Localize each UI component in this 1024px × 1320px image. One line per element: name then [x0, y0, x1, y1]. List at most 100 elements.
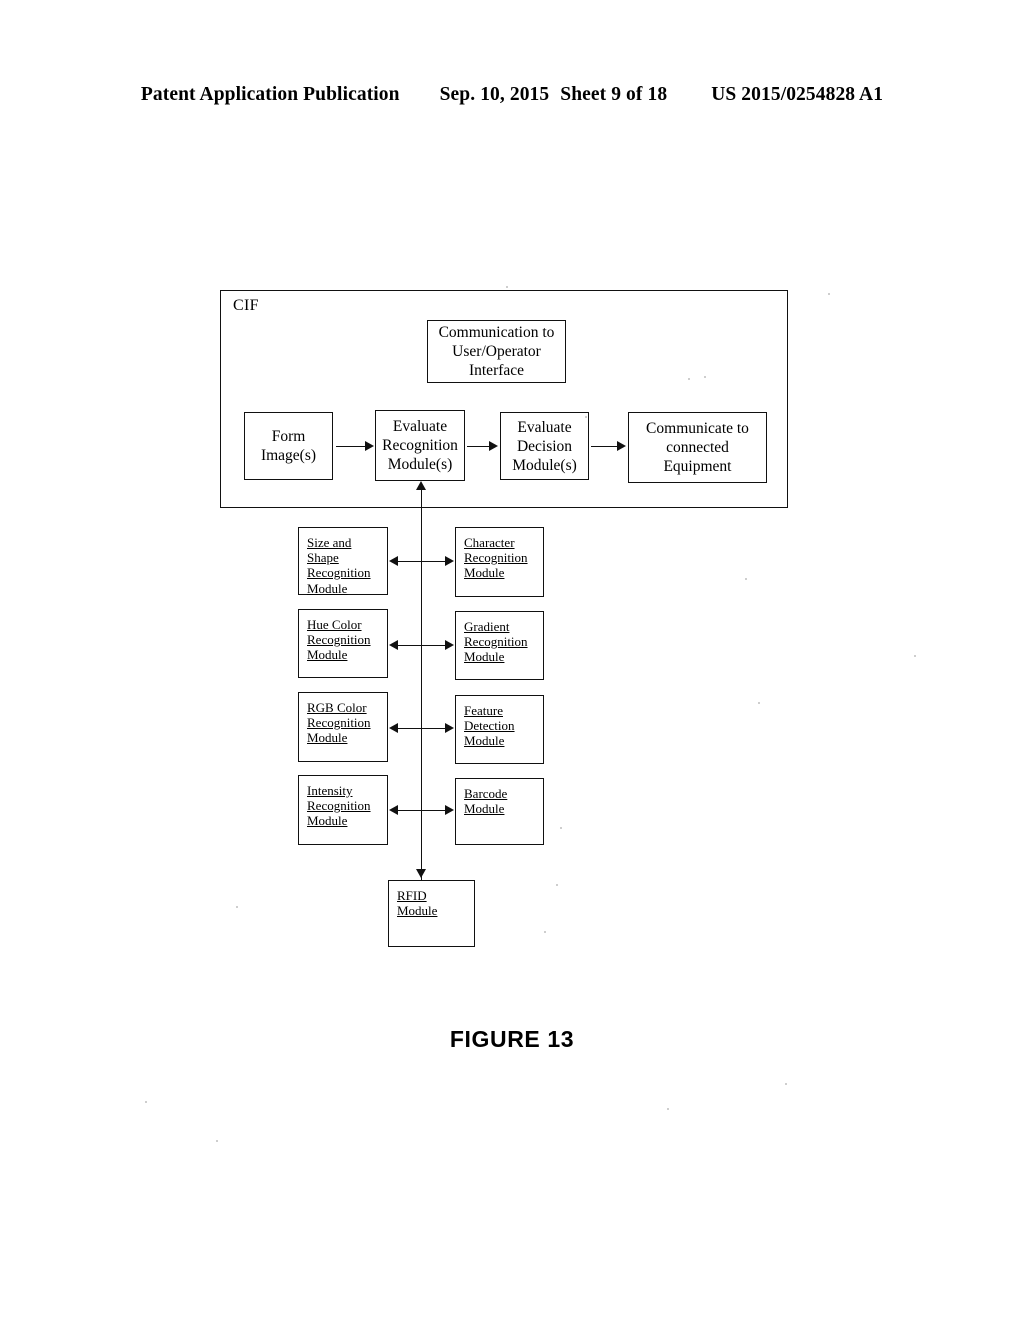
- scan-speck: [506, 286, 508, 288]
- rgb-color-recognition-module-box: RGB Color Recognition Module: [298, 692, 388, 762]
- rgb-color-line-1: RGB Color: [307, 700, 367, 715]
- intensity-recognition-module-box: Intensity Recognition Module: [298, 775, 388, 845]
- cif-label: CIF: [233, 297, 259, 314]
- rfid-line-1: RFID: [397, 888, 427, 903]
- evaluate-recognition-line-2: Recognition: [382, 437, 458, 454]
- character-line-1: Character: [464, 535, 515, 550]
- scan-speck: [236, 906, 238, 908]
- flow-connector-decision-to-communicate: [591, 446, 619, 447]
- scan-speck: [585, 416, 587, 418]
- communication-ui-line-1: Communication to: [438, 324, 555, 341]
- size-shape-line-2: Shape: [307, 550, 339, 566]
- evaluate-recognition-modules-box: Evaluate Recognition Module(s): [375, 410, 465, 481]
- evaluate-recognition-line-1: Evaluate: [392, 418, 448, 435]
- intensity-label: Intensity Recognition Module: [307, 783, 371, 829]
- size-shape-line-4: Module: [307, 580, 348, 596]
- scan-speck: [758, 702, 760, 704]
- hue-color-recognition-module-box: Hue Color Recognition Module: [298, 609, 388, 678]
- intensity-line-1: Intensity: [307, 783, 353, 798]
- scan-speck: [785, 1083, 787, 1085]
- hue-color-label: Hue Color Recognition Module: [307, 617, 371, 663]
- flow-arrowhead-recognition-to-decision: [489, 441, 498, 451]
- communication-ui-line-3: Interface: [468, 362, 525, 379]
- communication-to-user-operator-interface-box: Communication to User/Operator Interface: [427, 320, 566, 383]
- feature-detection-module-box: Feature Detection Module: [455, 695, 544, 764]
- module-trunk-arrowhead-up: [415, 481, 426, 490]
- module-arrowhead-row-2-right: [445, 640, 454, 650]
- intensity-line-3: Module: [307, 813, 348, 829]
- feature-line-3: Module: [464, 733, 505, 749]
- rfid-line-2: Module: [397, 903, 438, 919]
- module-trunk-arrowhead-down: [415, 869, 426, 878]
- scan-speck: [556, 884, 558, 886]
- character-label: Character Recognition Module: [464, 535, 528, 581]
- module-arrowhead-row-4-right: [445, 805, 454, 815]
- feature-label: Feature Detection Module: [464, 703, 515, 749]
- scan-speck: [688, 378, 690, 380]
- module-arrowhead-row-3-left: [389, 723, 398, 733]
- gradient-line-3: Module: [464, 649, 505, 665]
- character-recognition-module-box: Character Recognition Module: [455, 527, 544, 597]
- gradient-label: Gradient Recognition Module: [464, 619, 528, 665]
- hue-color-line-3: Module: [307, 647, 348, 663]
- rfid-label: RFID Module: [397, 888, 437, 918]
- module-trunk-line: [421, 489, 422, 909]
- flow-connector-recognition-to-decision: [467, 446, 491, 447]
- evaluate-decision-line-2: Decision: [516, 437, 573, 455]
- evaluate-recognition-label: Evaluate Recognition Module(s): [382, 417, 458, 474]
- feature-line-2: Detection: [464, 718, 515, 734]
- evaluate-decision-modules-box: Evaluate Decision Module(s): [500, 412, 589, 480]
- communicate-to-connected-equipment-box: Communicate to connected Equipment: [628, 412, 767, 483]
- evaluate-recognition-line-3: Module(s): [387, 456, 453, 473]
- module-arrowhead-row-3-right: [445, 723, 454, 733]
- module-arrowhead-row-4-left: [389, 805, 398, 815]
- communication-ui-line-2: User/Operator: [452, 343, 541, 360]
- intensity-line-2: Recognition: [307, 798, 371, 814]
- barcode-label: Barcode Module: [464, 786, 507, 816]
- figure-caption: FIGURE 13: [449, 1026, 575, 1052]
- barcode-line-1: Barcode: [464, 786, 508, 801]
- scan-speck: [828, 293, 830, 295]
- module-arrowhead-row-1-left: [389, 556, 398, 566]
- gradient-recognition-module-box: Gradient Recognition Module: [455, 611, 544, 680]
- communicate-equipment-line-1: Communicate to: [646, 420, 749, 437]
- flow-arrowhead-form-to-recognition: [365, 441, 374, 451]
- flow-connector-form-to-recognition: [336, 446, 367, 447]
- scan-speck: [745, 578, 747, 580]
- scan-speck: [914, 655, 916, 657]
- communicate-equipment-line-3: Equipment: [663, 458, 732, 475]
- rgb-color-line-3: Module: [307, 730, 348, 746]
- size-shape-line-1: Size and: [307, 535, 352, 550]
- module-connector-row-4: [397, 810, 446, 811]
- rfid-module-box: RFID Module: [388, 880, 475, 947]
- flow-arrowhead-decision-to-communicate: [617, 441, 626, 451]
- figure-13-diagram: CIF Communication to User/Operator Inter…: [0, 0, 1024, 1320]
- character-line-3: Module: [464, 565, 505, 581]
- size-and-shape-recognition-module-box: Size and Shape Recognition Module: [298, 527, 388, 596]
- module-arrowhead-row-1-right: [445, 556, 454, 566]
- rgb-color-line-2: Recognition: [307, 715, 371, 731]
- barcode-line-2: Module: [464, 801, 505, 817]
- rgb-color-label: RGB Color Recognition Module: [307, 700, 371, 746]
- evaluate-decision-label: Evaluate Decision Module(s): [512, 418, 577, 475]
- communicate-equipment-line-2: connected: [666, 439, 729, 456]
- form-images-box: Form Image(s): [244, 412, 333, 480]
- character-line-2: Recognition: [464, 550, 528, 566]
- scan-speck: [704, 376, 706, 378]
- module-arrowhead-row-2-left: [389, 640, 398, 650]
- module-connector-row-3: [397, 728, 446, 729]
- hue-color-line-2: Recognition: [307, 632, 371, 648]
- size-shape-line-3: Recognition: [307, 565, 371, 581]
- gradient-line-2: Recognition: [464, 634, 528, 650]
- evaluate-decision-line-3: Module(s): [512, 456, 577, 474]
- scan-speck: [145, 1101, 147, 1103]
- communicate-equipment-label: Communicate to connected Equipment: [646, 419, 749, 476]
- communication-ui-label: Communication to User/Operator Interface: [439, 323, 555, 380]
- barcode-module-box: Barcode Module: [455, 778, 544, 845]
- size-shape-label: Size and Shape Recognition Module: [307, 535, 371, 596]
- evaluate-decision-line-1: Evaluate: [517, 418, 572, 436]
- feature-line-1: Feature: [464, 703, 503, 718]
- form-images-line-1: Form: [271, 428, 306, 445]
- form-images-line-2: Image(s): [260, 447, 317, 464]
- module-connector-row-2: [397, 645, 446, 646]
